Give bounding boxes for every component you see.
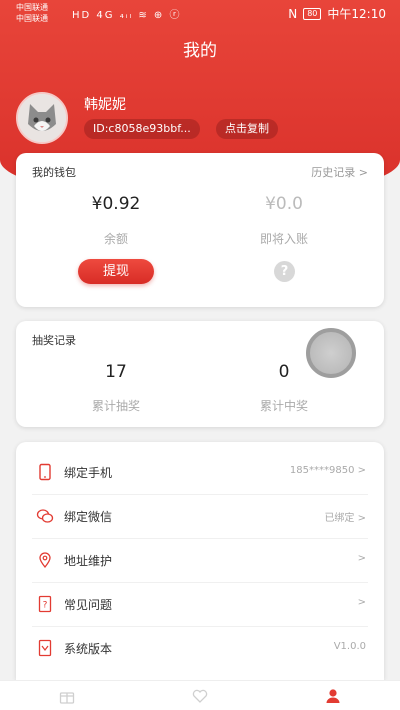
carrier-info: 中国联通 中国联通 xyxy=(16,2,48,24)
signal-wifi-icons: HD 4G ₄ᵢₗ ≋ ⊕ ⓡ xyxy=(72,10,182,21)
carrier-2: 中国联通 xyxy=(16,14,48,23)
carrier-1: 中国联通 xyxy=(16,3,48,12)
status-right: N 80 中午12:10 xyxy=(288,5,386,22)
total-draws-label: 累计抽奖 xyxy=(91,399,140,413)
menu-item-value: > xyxy=(357,553,366,564)
user-name: 韩妮妮 xyxy=(84,97,126,113)
menu-item-label: 绑定手机 xyxy=(64,466,113,480)
phone-icon xyxy=(39,463,51,481)
withdraw-button[interactable]: 提现 xyxy=(78,259,154,284)
menu-item-label: 常见问题 xyxy=(64,598,113,612)
total-draws-value: 17 xyxy=(105,362,127,382)
wallet-title: 我的钱包 xyxy=(32,166,76,179)
nfc-icon: N xyxy=(288,6,298,21)
user-id: ID:c8058e93bbf... xyxy=(84,119,200,139)
menu-item-address[interactable]: 地址维护 > xyxy=(32,539,368,583)
balance-value: ¥0.92 xyxy=(91,194,141,214)
question-doc-icon: ? xyxy=(38,595,52,613)
status-time: 中午12:10 xyxy=(327,7,386,21)
svg-text:?: ? xyxy=(43,601,48,611)
menu-item-value: 185****9850 > xyxy=(289,465,366,476)
wechat-icon xyxy=(36,509,54,523)
cat-avatar-icon xyxy=(18,94,66,142)
version-doc-icon xyxy=(38,639,52,657)
balance-label: 余额 xyxy=(103,232,128,246)
total-wins-label: 累计中奖 xyxy=(259,399,308,413)
pending-value: ¥0.0 xyxy=(265,194,303,214)
menu-card: 绑定手机 185****9850 > 绑定微信 已绑定 > 地址维护 > ? 常… xyxy=(16,442,384,680)
menu-item-label: 绑定微信 xyxy=(64,510,113,524)
menu-item-label: 地址维护 xyxy=(64,554,113,568)
menu-item-version[interactable]: 系统版本 V1.0.0 xyxy=(32,627,368,671)
status-bar: 中国联通 中国联通 HD 4G ₄ᵢₗ ≋ ⊕ ⓡ N 80 中午12:10 xyxy=(0,0,400,28)
menu-item-bind-phone[interactable]: 绑定手机 185****9850 > xyxy=(32,451,368,495)
menu-item-faq[interactable]: ? 常见问题 > xyxy=(32,583,368,627)
bottom-tab-bar xyxy=(0,680,400,710)
heart-icon[interactable] xyxy=(191,687,209,705)
avatar[interactable] xyxy=(16,92,68,144)
gift-icon[interactable] xyxy=(58,687,76,705)
lottery-title: 抽奖记录 xyxy=(32,334,76,347)
copy-id-button[interactable]: 点击复制 xyxy=(216,119,278,139)
location-icon xyxy=(39,552,51,569)
wallet-card: 我的钱包 历史记录 > ¥0.92 ¥0.0 余额 即将入账 提现 ? xyxy=(16,153,384,307)
floating-assistive-button[interactable] xyxy=(306,328,356,378)
menu-item-bind-wechat[interactable]: 绑定微信 已绑定 > xyxy=(32,495,368,539)
history-link[interactable]: 历史记录 > xyxy=(311,164,368,180)
page-title: 我的 xyxy=(183,41,217,61)
menu-item-value: V1.0.0 xyxy=(333,641,366,652)
pending-label: 即将入账 xyxy=(259,232,308,246)
help-icon[interactable]: ? xyxy=(274,261,295,282)
battery-icon: 80 xyxy=(303,7,322,20)
user-icon[interactable] xyxy=(324,687,342,705)
menu-item-value: 已绑定 > xyxy=(324,513,366,524)
menu-item-value: > xyxy=(357,597,366,608)
menu-item-label: 系统版本 xyxy=(64,642,113,656)
